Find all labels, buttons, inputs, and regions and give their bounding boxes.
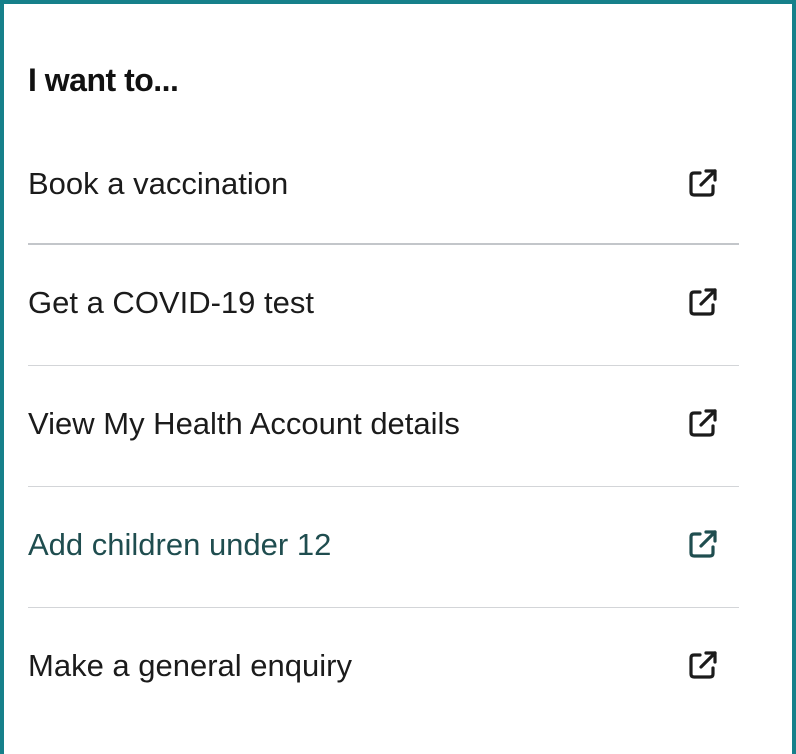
link-health-account[interactable]: View My Health Account details xyxy=(28,366,739,487)
external-link-icon xyxy=(685,647,721,683)
quick-links-list: Book a vaccination Get a COVID-19 test V… xyxy=(28,126,739,728)
panel-heading: I want to... xyxy=(28,62,179,98)
link-covid-test[interactable]: Get a COVID-19 test xyxy=(28,245,739,366)
link-label: Book a vaccination xyxy=(28,166,289,201)
link-label: Add children under 12 xyxy=(28,527,332,562)
link-label: View My Health Account details xyxy=(28,406,460,441)
link-general-enquiry[interactable]: Make a general enquiry xyxy=(28,608,739,728)
link-book-vaccination[interactable]: Book a vaccination xyxy=(28,126,739,245)
link-label: Get a COVID-19 test xyxy=(28,285,314,320)
external-link-icon xyxy=(685,405,721,441)
external-link-icon xyxy=(685,284,721,320)
external-link-icon xyxy=(685,165,721,201)
quick-links-panel: I want to... Book a vaccination Get a CO… xyxy=(0,0,796,754)
link-add-children[interactable]: Add children under 12 xyxy=(28,487,739,608)
external-link-icon xyxy=(685,526,721,562)
link-label: Make a general enquiry xyxy=(28,648,352,683)
